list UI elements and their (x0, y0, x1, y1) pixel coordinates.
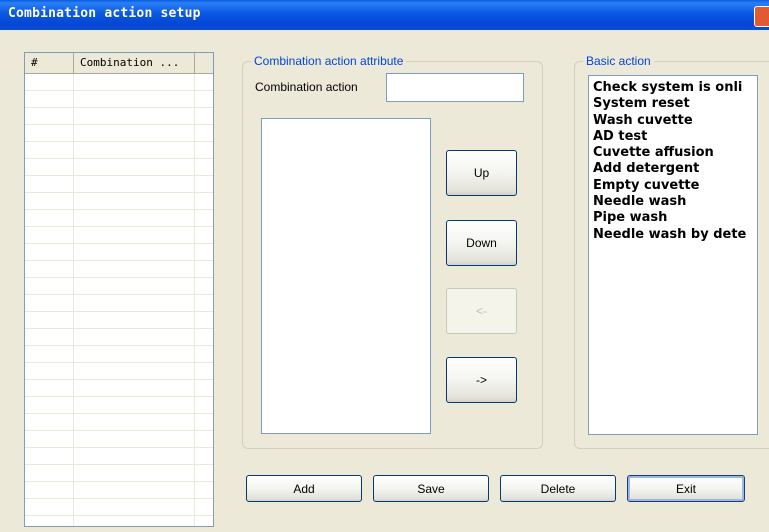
add-button[interactable]: Add (246, 475, 362, 502)
basic-action-item[interactable]: System reset (593, 96, 757, 112)
move-left-button[interactable]: <- (446, 288, 517, 334)
exit-button[interactable]: Exit (627, 475, 745, 502)
grid-column-number[interactable]: # (25, 53, 74, 73)
delete-button[interactable]: Delete (500, 475, 616, 502)
window-title: Combination action setup (8, 6, 201, 21)
grid-divider (73, 74, 74, 526)
title-bar[interactable]: Combination action setup (0, 0, 769, 30)
grid-header: # Combination ... (25, 53, 213, 74)
move-right-button[interactable]: -> (446, 357, 517, 403)
combination-grid[interactable]: # Combination ... (24, 52, 214, 527)
grid-column-combination[interactable]: Combination ... (74, 53, 195, 73)
basic-action-item[interactable]: Add detergent (593, 161, 757, 177)
close-button[interactable] (754, 6, 769, 27)
basic-actions-list[interactable]: Check system is onli System reset Wash c… (588, 75, 758, 435)
basic-action-item[interactable]: Wash cuvette (593, 113, 757, 129)
basic-action-item[interactable]: Cuvette affusion (593, 145, 757, 161)
attribute-group-legend: Combination action attribute (251, 54, 407, 68)
basic-action-item[interactable]: Needle wash (593, 194, 757, 210)
selected-actions-list[interactable] (261, 118, 431, 434)
save-button[interactable]: Save (373, 475, 489, 502)
grid-rows[interactable] (25, 74, 213, 526)
up-button[interactable]: Up (446, 150, 517, 196)
basic-action-item[interactable]: Needle wash by dete (593, 227, 757, 243)
basic-action-group-legend: Basic action (583, 54, 654, 68)
basic-action-item[interactable]: Check system is onli (593, 80, 757, 96)
basic-action-item[interactable]: AD test (593, 129, 757, 145)
down-button[interactable]: Down (446, 220, 517, 266)
combination-action-input[interactable] (386, 73, 524, 102)
combination-action-label: Combination action (255, 80, 358, 94)
basic-action-item[interactable]: Pipe wash (593, 210, 757, 226)
basic-action-item[interactable]: Empty cuvette (593, 178, 757, 194)
grid-divider (194, 74, 195, 526)
